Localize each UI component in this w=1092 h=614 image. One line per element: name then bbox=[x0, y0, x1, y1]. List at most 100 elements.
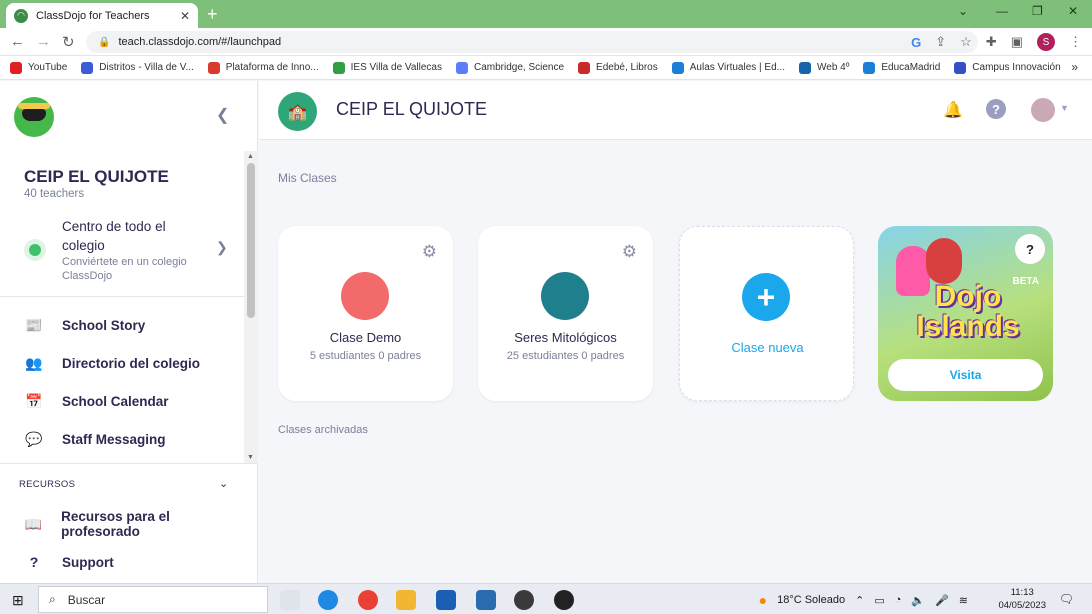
restore-icon[interactable]: ❐ bbox=[1032, 4, 1043, 18]
bookmark-item[interactable]: Campus Innovación bbox=[954, 61, 1061, 74]
plus-icon: + bbox=[742, 273, 790, 321]
battery-icon[interactable]: ▭ bbox=[874, 594, 884, 607]
classdojo-logo[interactable] bbox=[14, 97, 54, 137]
back-icon[interactable]: ← bbox=[10, 33, 25, 50]
chevron-down-icon[interactable]: ⌄ bbox=[219, 477, 228, 490]
share-icon[interactable]: ⇪ bbox=[935, 34, 946, 50]
chrome-icon[interactable] bbox=[358, 590, 378, 610]
sidebar-item-school-calendar[interactable]: 📅 School Calendar bbox=[24, 389, 244, 413]
my-classes-label: Mis Clases bbox=[278, 171, 337, 185]
sidebar-item-staff-messaging[interactable]: 💬 Staff Messaging bbox=[24, 427, 244, 451]
recursos-label[interactable]: RECURSOS bbox=[19, 479, 75, 490]
avatar[interactable] bbox=[1031, 98, 1055, 122]
archived-classes-link[interactable]: Clases archivadas bbox=[278, 424, 368, 436]
school-hub-link[interactable]: Centro de todo el colegio Conviértete en… bbox=[0, 209, 244, 297]
scrollbar-thumb[interactable] bbox=[247, 163, 255, 318]
dojo-islands-promo[interactable]: ? BETA Dojo Islands Visita bbox=[878, 226, 1053, 401]
new-tab-icon[interactable]: + bbox=[207, 4, 218, 25]
whatsapp-icon[interactable] bbox=[514, 590, 534, 610]
bookmark-item[interactable]: IES Villa de Vallecas bbox=[332, 61, 442, 74]
clock[interactable]: 11:13 04/05/2023 bbox=[998, 586, 1046, 612]
dojo-islands-title: Dojo Islands bbox=[916, 280, 1020, 343]
sidebar-item-directorio-del-colegio[interactable]: 👥 Directorio del colegio bbox=[24, 351, 244, 375]
bookmark-item[interactable]: Distritos - Villa de V... bbox=[81, 61, 194, 74]
volume-icon[interactable]: 🔈 bbox=[911, 594, 925, 607]
forward-icon[interactable]: → bbox=[36, 33, 51, 50]
bookmark-favicon-icon bbox=[81, 61, 94, 74]
sidebar-item-label: School Calendar bbox=[62, 393, 169, 409]
app-icon[interactable] bbox=[554, 590, 574, 610]
task-view-icon[interactable] bbox=[280, 590, 300, 610]
gear-icon[interactable]: ⚙ bbox=[622, 242, 637, 262]
bookmark-item[interactable]: YouTube bbox=[10, 61, 67, 74]
windows-taskbar: ⊞ ⌕ Buscar ● 18°C Soleado ⌃ ▭ ◔ 🔈 🎤 ≋ 11… bbox=[0, 583, 1092, 614]
address-bar[interactable]: 🔒 teach.classdojo.com/#/launchpad bbox=[86, 31, 978, 53]
profile-avatar[interactable]: S bbox=[1037, 33, 1055, 51]
class-card[interactable]: ⚙ Clase Demo 5 estudiantes 0 padres bbox=[278, 226, 453, 401]
notifications-icon[interactable]: 🗨 bbox=[1059, 592, 1074, 606]
weather-text[interactable]: 18°C Soleado bbox=[777, 594, 845, 606]
bookmark-item[interactable]: Edebé, Libros bbox=[578, 61, 658, 74]
tab-search-chevron-icon[interactable]: ⌄ bbox=[958, 4, 968, 18]
new-class-card[interactable]: + Clase nueva bbox=[679, 226, 854, 401]
sidebar-resource-1[interactable]: ? Support bbox=[24, 550, 244, 574]
teachers-count[interactable]: 40 teachers bbox=[24, 188, 84, 200]
class-card[interactable]: ⚙ Seres Mitológicos 25 estudiantes 0 pad… bbox=[478, 226, 653, 401]
main-content: 🏫 CEIP EL QUIJOTE 🔔 ? ▼ Mis Clases ⚙ Cla… bbox=[259, 81, 1092, 583]
browser-tab[interactable]: ◠ ClassDojo for Teachers ✕ bbox=[6, 3, 198, 28]
sidebar-item-label: Directorio del colegio bbox=[62, 355, 201, 371]
bookmark-item[interactable]: Web 4º bbox=[799, 61, 850, 74]
side-panel-icon[interactable]: ▣ bbox=[1011, 34, 1023, 50]
sidebar-item-school-story[interactable]: 📰 School Story bbox=[24, 313, 244, 337]
bookmarks-bar: YouTube Distritos - Villa de V... Platafor… bbox=[0, 56, 1092, 80]
extensions-icon[interactable]: ✚ bbox=[986, 34, 997, 50]
gear-icon[interactable]: ⚙ bbox=[422, 242, 437, 262]
taskbar-search[interactable]: ⌕ Buscar bbox=[38, 586, 268, 613]
microphone-icon[interactable]: 🎤 bbox=[935, 594, 949, 607]
sidebar-item-label: Recursos para el profesorado bbox=[61, 509, 170, 539]
visit-button[interactable]: Visita bbox=[888, 359, 1043, 391]
wifi-icon[interactable]: ≋ bbox=[959, 594, 968, 607]
bookmark-item[interactable]: EducaMadrid bbox=[863, 61, 940, 74]
school-hub-icon bbox=[24, 239, 46, 261]
search-placeholder: Buscar bbox=[67, 592, 106, 607]
classdojo-favicon-icon: ◠ bbox=[14, 8, 28, 23]
mail-icon[interactable] bbox=[476, 590, 496, 610]
minimize-icon[interactable]: — bbox=[996, 4, 1008, 18]
bookmark-favicon-icon bbox=[863, 61, 876, 74]
sidebar-item-label: Staff Messaging bbox=[62, 431, 166, 447]
bookmark-star-icon[interactable]: ☆ bbox=[960, 34, 972, 50]
close-window-icon[interactable]: ✕ bbox=[1068, 4, 1078, 18]
chevron-right-icon: ❯ bbox=[216, 239, 228, 255]
promo-help-button[interactable]: ? bbox=[1015, 234, 1045, 264]
sidebar-item-label: School Story bbox=[62, 317, 146, 333]
file-explorer-icon[interactable] bbox=[396, 590, 416, 610]
close-tab-icon[interactable]: ✕ bbox=[180, 9, 190, 23]
sidebar-resource-0[interactable]: 📖 Recursos para el profesorado bbox=[24, 509, 244, 539]
edge-icon[interactable] bbox=[318, 590, 338, 610]
windows-start-icon[interactable]: ⊞ bbox=[12, 592, 24, 609]
network-icon[interactable]: ◔ bbox=[895, 594, 902, 606]
bookmark-item[interactable]: Aulas Virtuales | Ed... bbox=[671, 61, 785, 74]
browser-menu-icon[interactable]: ⋮ bbox=[1069, 34, 1082, 50]
more-bookmarks-icon[interactable]: » bbox=[1071, 60, 1078, 74]
caret-down-icon[interactable]: ▼ bbox=[1060, 103, 1069, 113]
tray-chevron-icon[interactable]: ⌃ bbox=[855, 594, 864, 607]
reload-icon[interactable]: ↻ bbox=[62, 33, 75, 51]
bookmark-label: Web 4º bbox=[817, 62, 850, 73]
resource-icon: ? bbox=[29, 554, 39, 570]
bell-icon[interactable]: 🔔 bbox=[943, 100, 963, 120]
nav-icon: 📅 bbox=[25, 392, 43, 409]
collapse-sidebar-icon[interactable]: ❮ bbox=[216, 105, 229, 125]
help-icon[interactable]: ? bbox=[986, 99, 1006, 119]
bookmark-favicon-icon bbox=[954, 61, 967, 74]
nav-icon: 💬 bbox=[25, 430, 43, 447]
sidebar-scrollbar[interactable]: ▲ ▼ bbox=[244, 151, 258, 463]
google-icon[interactable]: G bbox=[911, 35, 921, 50]
store-icon[interactable] bbox=[436, 590, 456, 610]
bookmark-label: Cambridge, Science bbox=[473, 62, 565, 73]
class-name: Seres Mitológicos bbox=[514, 330, 617, 345]
bookmark-item[interactable]: Plataforma de Inno... bbox=[207, 61, 319, 74]
bookmark-label: IES Villa de Vallecas bbox=[350, 62, 442, 73]
bookmark-item[interactable]: Cambridge, Science bbox=[455, 61, 565, 74]
